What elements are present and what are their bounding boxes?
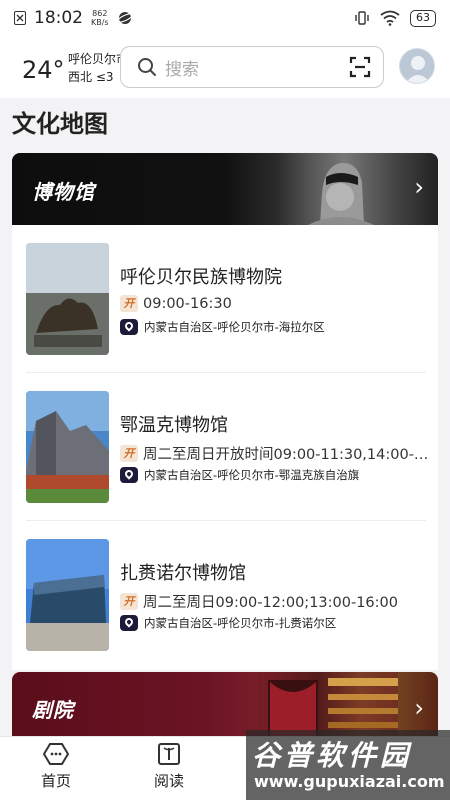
- speed-unit: KB/s: [91, 18, 109, 27]
- chevron-right-icon[interactable]: ›: [414, 173, 424, 201]
- location-text: 内蒙古自治区-呼伦贝尔市-海拉尔区: [144, 320, 325, 334]
- museum-name[interactable]: 呼伦贝尔民族博物院: [120, 263, 282, 289]
- page-title: 文化地图: [12, 110, 108, 138]
- wifi-icon: [380, 10, 400, 26]
- opening-hours: 开 周二至周日开放时间09:00-11:30,14:00-…: [120, 443, 430, 464]
- nav-reading[interactable]: 阅读: [139, 737, 199, 800]
- nav-reading-label: 阅读: [153, 772, 184, 790]
- weather-wind[interactable]: 西北 ≤3: [68, 68, 114, 85]
- nav-home-label: 首页: [40, 772, 71, 790]
- museum-list: 呼伦贝尔民族博物院 开 09:00-16:30 内蒙古自治区-呼伦贝尔市-海拉尔…: [12, 225, 438, 670]
- list-item-museum[interactable]: 呼伦贝尔民族博物院 开 09:00-16:30 内蒙古自治区-呼伦贝尔市-海拉尔…: [12, 225, 438, 373]
- chevron-right-icon[interactable]: ›: [414, 694, 424, 722]
- battery-indicator: 63: [410, 9, 436, 27]
- list-item-museum[interactable]: 扎赉诺尔博物馆 开 周二至周日09:00-12:00;13:00-16:00 内…: [12, 521, 438, 669]
- watermark-text: 谷普软件园: [252, 739, 413, 772]
- hours-text: 周二至周日09:00-12:00;13:00-16:00: [143, 595, 398, 611]
- status-bar: 18:02 862 KB/s 63: [0, 0, 450, 36]
- museum-name[interactable]: 鄂温克博物馆: [120, 411, 228, 437]
- location: 内蒙古自治区-呼伦贝尔市-海拉尔区: [120, 319, 325, 335]
- museum-name[interactable]: 扎赉诺尔博物馆: [120, 559, 246, 585]
- opening-hours: 开 周二至周日09:00-12:00;13:00-16:00: [120, 591, 430, 612]
- hours-text: 周二至周日开放时间09:00-11:30,14:00-…: [143, 447, 429, 463]
- theater-section-title: 剧院: [32, 698, 74, 722]
- museum-section-banner[interactable]: 博物馆 ›: [12, 153, 438, 225]
- scan-icon[interactable]: [349, 56, 371, 78]
- list-item-museum[interactable]: 鄂温克博物馆 开 周二至周日开放时间09:00-11:30,14:00-… 内蒙…: [12, 373, 438, 521]
- search-placeholder[interactable]: 搜索: [165, 55, 349, 80]
- open-status-icon: 开: [120, 593, 138, 610]
- location-text: 内蒙古自治区-呼伦贝尔市-扎赉诺尔区: [144, 616, 337, 630]
- avatar[interactable]: [399, 48, 435, 84]
- weather-city[interactable]: 呼伦贝尔市: [68, 50, 128, 67]
- network-speed: 862 KB/s: [91, 9, 109, 27]
- header: 24° 呼伦贝尔市 西北 ≤3 搜索: [0, 36, 450, 98]
- planet-icon: [116, 12, 133, 24]
- location-pin-icon: [120, 319, 138, 335]
- museum-thumbnail[interactable]: [26, 391, 109, 503]
- museum-section-title: 博物馆: [32, 180, 95, 204]
- hours-text: 09:00-16:30: [143, 295, 232, 312]
- weather-temperature[interactable]: 24°: [22, 56, 65, 84]
- theater-section-banner[interactable]: 剧院 ›: [12, 672, 438, 736]
- theater-stage-illustration: [258, 672, 398, 736]
- museum-thumbnail[interactable]: [26, 243, 109, 355]
- location-pin-icon: [120, 615, 138, 631]
- location: 内蒙古自治区-呼伦贝尔市-鄂温克族自治旗: [120, 467, 359, 483]
- close-notification-icon: [14, 11, 26, 25]
- book-icon: [158, 743, 180, 765]
- vibrate-icon: [355, 11, 369, 25]
- search-bar[interactable]: 搜索: [120, 46, 384, 88]
- open-status-icon: 开: [120, 295, 138, 312]
- location: 内蒙古自治区-呼伦贝尔市-扎赉诺尔区: [120, 615, 336, 631]
- location-pin-icon: [120, 467, 138, 483]
- museum-thumbnail[interactable]: [26, 539, 109, 651]
- watermark-url: www.gupuxiazai.com: [254, 772, 445, 791]
- home-icon: [43, 743, 69, 765]
- status-time: 18:02: [34, 8, 83, 28]
- speed-value: 862: [92, 9, 108, 18]
- opening-hours: 开 09:00-16:30: [120, 295, 430, 312]
- location-text: 内蒙古自治区-呼伦贝尔市-鄂温克族自治旗: [144, 468, 360, 482]
- search-icon: [138, 58, 156, 76]
- statue-illustration: [308, 162, 374, 225]
- user-avatar-icon: [405, 56, 431, 83]
- watermark: 谷普软件园 www.gupuxiazai.com: [246, 730, 450, 800]
- nav-home[interactable]: 首页: [26, 737, 86, 800]
- open-status-icon: 开: [120, 445, 138, 462]
